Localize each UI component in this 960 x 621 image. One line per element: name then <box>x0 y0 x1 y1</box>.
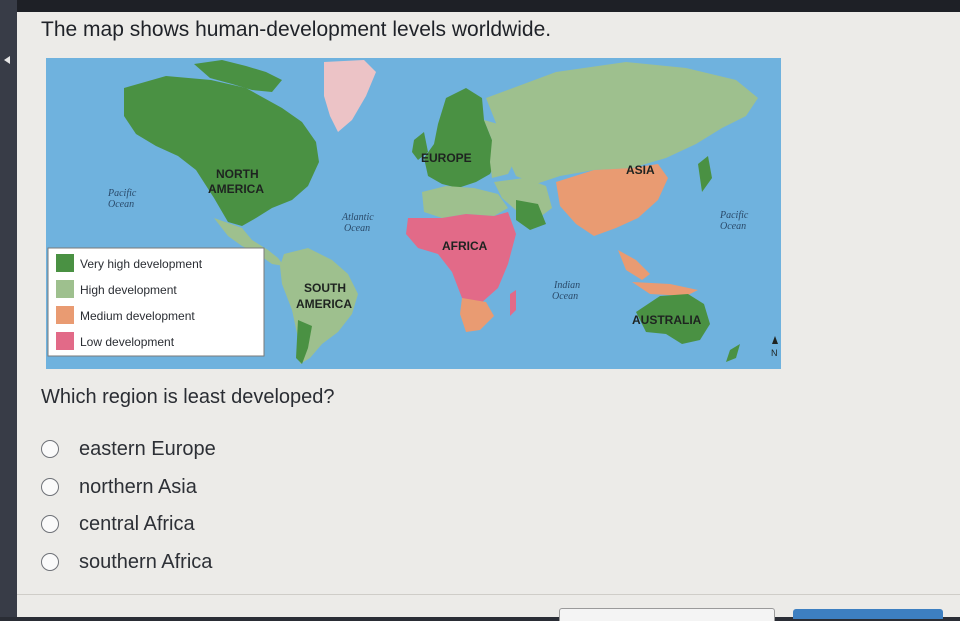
question-panel: The map shows human-development levels w… <box>17 12 960 621</box>
map-label-australia: AUSTRALIA <box>632 313 702 327</box>
map-label-indian-2: Ocean <box>552 291 578 302</box>
footer-divider <box>17 594 960 595</box>
map-label-north-america-1: NORTH <box>216 167 259 181</box>
answer-option-southern-africa[interactable]: southern Africa <box>41 547 212 577</box>
question-text: Which region is least developed? <box>41 386 335 408</box>
map-label-atlantic-2: Ocean <box>344 223 370 234</box>
radio-button[interactable] <box>41 515 59 533</box>
answer-label: southern Africa <box>79 550 213 573</box>
map-label-europe: EUROPE <box>421 151 472 165</box>
map-label-asia: ASIA <box>626 163 655 177</box>
world-development-map: NORTH AMERICA SOUTH AMERICA EUROPE ASIA … <box>46 58 781 369</box>
map-label-atlantic-1: Atlantic <box>341 212 374 223</box>
map-label-pacific-left-2: Ocean <box>108 199 134 210</box>
collapse-arrow-icon[interactable] <box>4 56 10 64</box>
legend-swatch-medium <box>56 306 74 324</box>
map-legend: Very high development High development M… <box>47 247 265 357</box>
legend-swatch-high <box>56 280 74 298</box>
legend-label-medium: Medium development <box>80 309 195 323</box>
map-label-south-america-2: AMERICA <box>296 297 352 311</box>
map-label-south-america-1: SOUTH <box>304 281 346 295</box>
map-label-north-america-2: AMERICA <box>208 182 264 196</box>
map-label-africa: AFRICA <box>442 239 488 253</box>
answer-option-northern-asia[interactable]: northern Asia <box>41 472 197 502</box>
left-sidebar <box>0 0 17 617</box>
legend-swatch-low <box>56 332 74 350</box>
answer-label: eastern Europe <box>79 437 216 460</box>
legend-label-low: Low development <box>80 335 175 349</box>
map-label-pacific-right-1: Pacific <box>719 210 749 221</box>
answer-label: central Africa <box>79 512 195 535</box>
question-prompt: The map shows human-development levels w… <box>41 18 552 41</box>
secondary-button[interactable] <box>559 608 775 621</box>
radio-button[interactable] <box>41 553 59 571</box>
answer-label: northern Asia <box>79 475 197 498</box>
radio-button[interactable] <box>41 478 59 496</box>
primary-button[interactable] <box>793 609 943 619</box>
north-arrow-label: N <box>771 348 778 358</box>
answer-option-central-africa[interactable]: central Africa <box>41 509 195 539</box>
legend-item-low: Low development <box>56 332 175 350</box>
legend-swatch-very-high <box>56 254 74 272</box>
legend-label-high: High development <box>80 283 177 297</box>
map-label-pacific-right-2: Ocean <box>720 221 746 232</box>
answer-option-eastern-europe[interactable]: eastern Europe <box>41 434 216 464</box>
map-label-indian-1: Indian <box>553 280 580 291</box>
top-bar <box>0 0 960 12</box>
legend-label-very-high: Very high development <box>80 257 203 271</box>
radio-button[interactable] <box>41 440 59 458</box>
map-label-pacific-left-1: Pacific <box>107 188 137 199</box>
